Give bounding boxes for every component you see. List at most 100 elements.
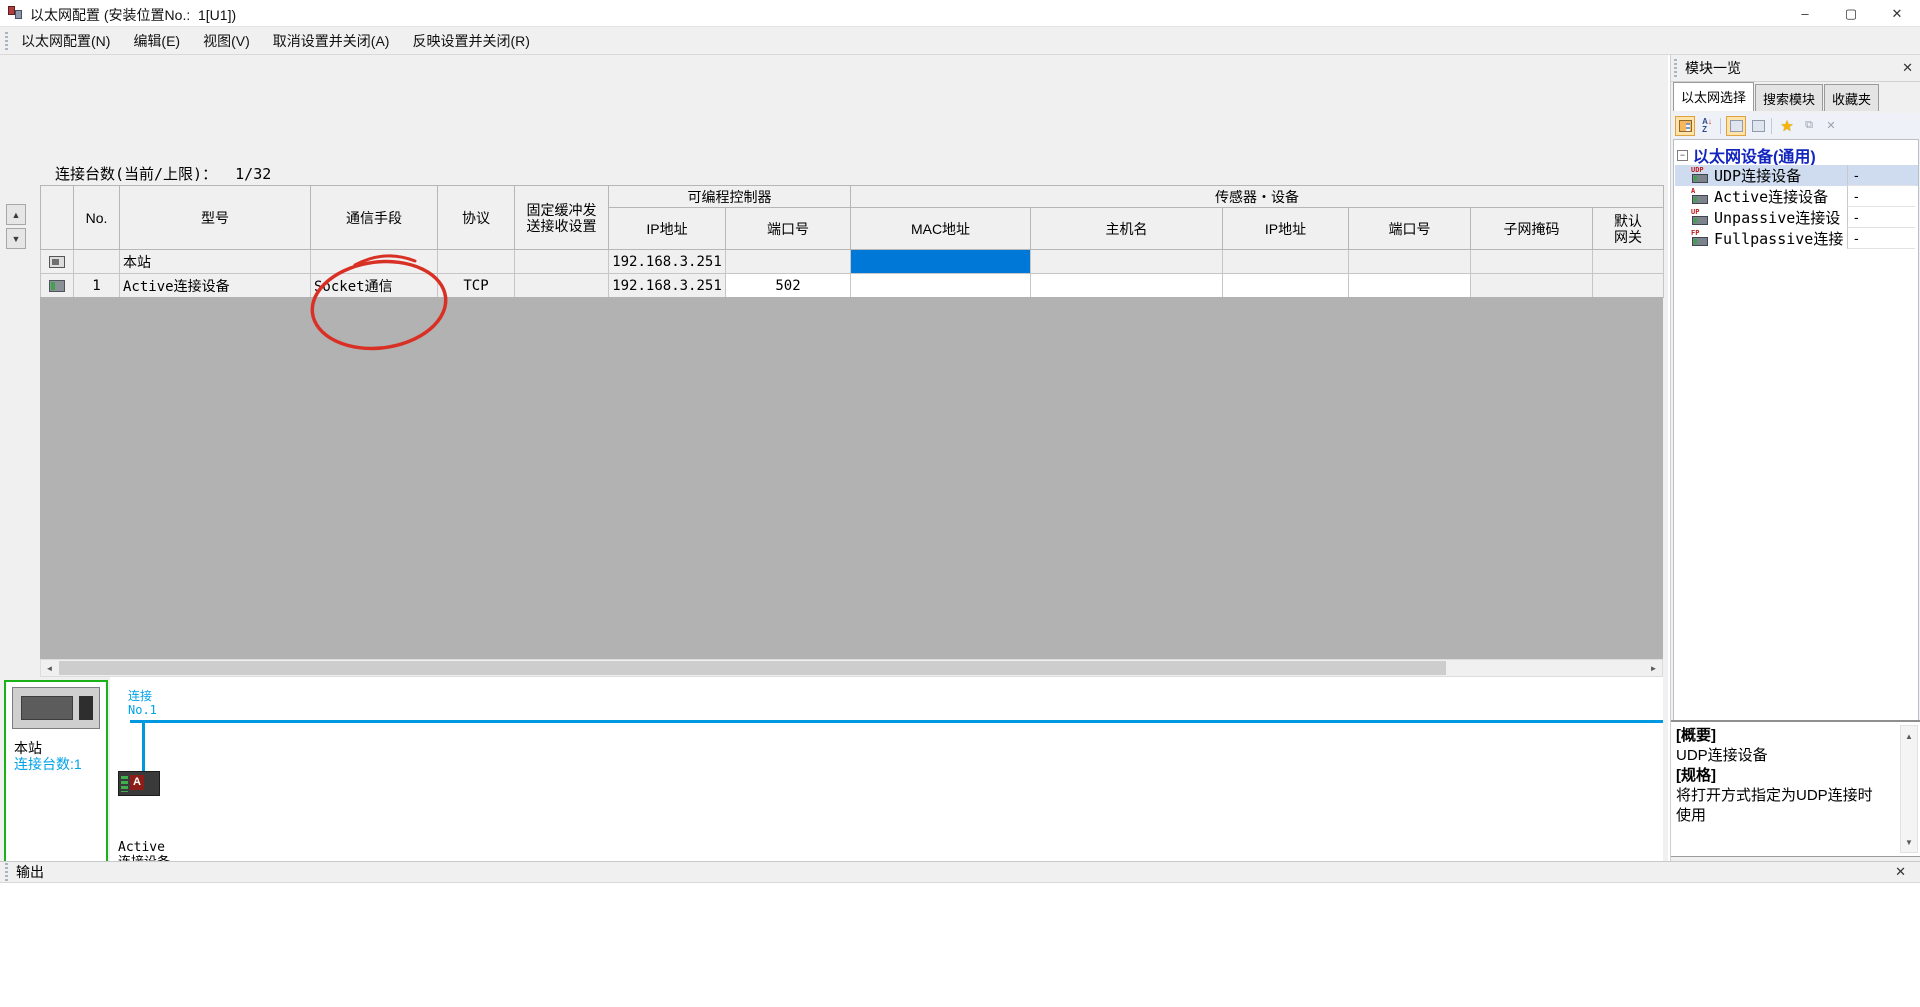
cell-host[interactable] xyxy=(1031,274,1223,298)
tree-item-label: Fullpassive连接 xyxy=(1714,228,1847,249)
row-icon-cell xyxy=(41,250,74,274)
list-view-icon xyxy=(1679,120,1692,132)
table-row-connection-1: 1 Active连接设备 Socket通信 TCP 192.168.3.251 … xyxy=(41,274,1664,298)
cell-comm[interactable]: Socket通信 xyxy=(311,274,438,298)
active-device-icon[interactable]: A xyxy=(118,771,160,796)
cell-protocol[interactable] xyxy=(438,250,515,274)
scroll-down-icon[interactable]: ▼ xyxy=(1901,834,1917,850)
expand-tree-icon xyxy=(1730,120,1743,132)
ethernet-trunk-line xyxy=(130,720,1663,723)
move-row-up-button[interactable]: ▲ xyxy=(6,204,26,225)
tree-item-unpassive-device[interactable]: UP Unpassive连接设 - xyxy=(1675,207,1918,228)
cell-dev-port[interactable] xyxy=(1349,250,1471,274)
cell-dev-ip[interactable] xyxy=(1223,274,1349,298)
output-panel-bar: 输出 ✕ xyxy=(0,861,1920,883)
cell-no[interactable] xyxy=(74,250,120,274)
col-header-subnet: 子网掩码 xyxy=(1471,208,1593,250)
favorite-star-button[interactable]: ★ xyxy=(1777,116,1797,136)
menu-view[interactable]: 视图(V) xyxy=(193,27,260,55)
cell-model[interactable]: Active连接设备 xyxy=(120,274,311,298)
group-header-device: 传感器・设备 xyxy=(851,186,1664,208)
add-favorite-button[interactable]: ⧉ xyxy=(1799,116,1819,136)
tree-item-udp-device[interactable]: UDP UDP连接设备 - xyxy=(1675,165,1918,186)
cell-mac-selected[interactable] xyxy=(851,250,1031,274)
cell-plc-port[interactable]: 502 xyxy=(726,274,851,298)
table-hscrollbar[interactable]: ◄ ► xyxy=(40,659,1663,677)
minimize-button[interactable]: – xyxy=(1782,0,1828,27)
device-drop-line xyxy=(142,723,145,773)
cell-no[interactable]: 1 xyxy=(74,274,120,298)
window-title: 以太网配置 (安装位置No.: 1[U1]) xyxy=(30,5,236,25)
tab-favorites[interactable]: 收藏夹 xyxy=(1824,84,1879,111)
gateway-line2: 网关 xyxy=(1593,229,1663,245)
cell-dev-ip[interactable] xyxy=(1223,250,1349,274)
expand-tree-button[interactable] xyxy=(1726,116,1746,136)
cell-mac[interactable] xyxy=(851,274,1031,298)
menu-ethernet-config[interactable]: 以太网配置(N) xyxy=(11,27,120,55)
cell-host[interactable] xyxy=(1031,250,1223,274)
scroll-right-icon[interactable]: ► xyxy=(1645,660,1662,676)
cell-subnet[interactable] xyxy=(1471,250,1593,274)
col-header-plc-ip: IP地址 xyxy=(609,208,726,250)
cell-plc-port[interactable] xyxy=(726,250,851,274)
panel-drag-handle[interactable] xyxy=(1674,59,1677,77)
cell-subnet[interactable] xyxy=(1471,274,1593,298)
cell-plc-ip[interactable]: 192.168.3.251 xyxy=(609,274,726,298)
tree-root-label: 以太网设备(通用) xyxy=(1693,143,1816,167)
delete-favorite-button[interactable]: ✕ xyxy=(1821,116,1841,136)
menu-apply-and-close[interactable]: 反映设置并关闭(R) xyxy=(402,27,539,55)
sort-az-button[interactable]: A↓ Z xyxy=(1697,116,1717,136)
tree-item-fullpassive-device[interactable]: FP Fullpassive连接 - xyxy=(1675,228,1918,249)
cell-fixed-buffer[interactable] xyxy=(515,250,609,274)
close-button[interactable]: ✕ xyxy=(1874,0,1920,27)
tree-item-value: - xyxy=(1847,228,1915,249)
down-arrow-icon: ▼ xyxy=(12,234,21,244)
sort-az-icon: A↓ Z xyxy=(1702,118,1712,134)
output-close-icon[interactable]: ✕ xyxy=(1895,864,1906,880)
panel-close-icon[interactable]: ✕ xyxy=(1902,60,1913,76)
tab-search-module[interactable]: 搜索模块 xyxy=(1755,84,1823,111)
col-header-host: 主机名 xyxy=(1031,208,1223,250)
table-hscrollbar-thumb[interactable] xyxy=(59,661,1446,675)
cell-gateway[interactable] xyxy=(1593,274,1664,298)
scroll-left-icon[interactable]: ◄ xyxy=(41,660,58,676)
info-spec-header: [规格] xyxy=(1676,766,1894,786)
tree-item-value: - xyxy=(1847,207,1915,228)
menu-drag-handle[interactable] xyxy=(5,32,8,50)
output-panel-title: 输出 xyxy=(16,862,44,882)
menu-cancel-and-close[interactable]: 取消设置并关闭(A) xyxy=(263,27,400,55)
col-header-protocol: 协议 xyxy=(438,186,515,250)
toolbar-separator xyxy=(1771,118,1772,134)
output-drag-handle[interactable] xyxy=(5,863,8,881)
tree-item-active-device[interactable]: A Active连接设备 - xyxy=(1675,186,1918,207)
table-row-local-station: 本站 192.168.3.251 xyxy=(41,250,1664,274)
tree-root-ethernet-device[interactable]: − 以太网设备(通用) xyxy=(1677,143,1816,167)
col-header-model: 型号 xyxy=(120,186,311,250)
maximize-button[interactable]: ▢ xyxy=(1828,0,1874,27)
info-summary-text: UDP连接设备 xyxy=(1676,746,1894,766)
cell-dev-port[interactable] xyxy=(1349,274,1471,298)
menu-edit[interactable]: 编辑(E) xyxy=(123,27,190,55)
col-header-gateway: 默认 网关 xyxy=(1593,208,1664,250)
collapse-node-icon[interactable]: − xyxy=(1677,150,1688,161)
cell-gateway[interactable] xyxy=(1593,250,1664,274)
module-info-panel: [概要] UDP连接设备 [规格] 将打开方式指定为UDP连接时 使用 ▲ ▼ xyxy=(1671,720,1920,857)
info-vscrollbar[interactable]: ▲ ▼ xyxy=(1900,725,1918,853)
menu-bar: 以太网配置(N) 编辑(E) 视图(V) 取消设置并关闭(A) 反映设置并关闭(… xyxy=(0,27,1920,55)
col-header-comm: 通信手段 xyxy=(311,186,438,250)
tab-ethernet-selection[interactable]: 以太网选择 xyxy=(1673,82,1754,111)
move-row-down-button[interactable]: ▼ xyxy=(6,228,26,249)
maximize-icon: ▢ xyxy=(1845,6,1857,22)
tree-item-label: UDP连接设备 xyxy=(1714,165,1847,186)
cell-model[interactable]: 本站 xyxy=(120,250,311,274)
cell-fixed-buffer[interactable] xyxy=(515,274,609,298)
scroll-up-icon[interactable]: ▲ xyxy=(1901,728,1917,744)
tree-item-label: Active连接设备 xyxy=(1714,186,1847,207)
output-panel-body xyxy=(0,883,1920,1007)
cell-plc-ip[interactable]: 192.168.3.251 xyxy=(609,250,726,274)
collapse-tree-button[interactable] xyxy=(1748,116,1768,136)
tree-item-value: - xyxy=(1847,165,1915,186)
cell-comm[interactable] xyxy=(311,250,438,274)
list-view-toggle-button[interactable] xyxy=(1675,116,1695,136)
cell-protocol[interactable]: TCP xyxy=(438,274,515,298)
